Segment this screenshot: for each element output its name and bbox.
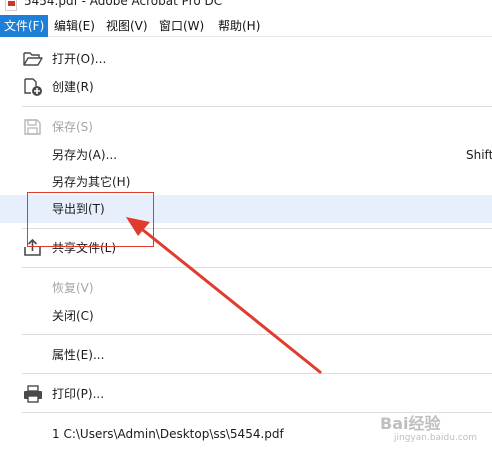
watermark-brand: Bai经验 bbox=[380, 414, 441, 433]
annotation-arrow bbox=[126, 217, 322, 374]
watermark: Bai经验 jingyan.baidu.com bbox=[380, 410, 488, 450]
watermark-url: jingyan.baidu.com bbox=[394, 433, 478, 443]
